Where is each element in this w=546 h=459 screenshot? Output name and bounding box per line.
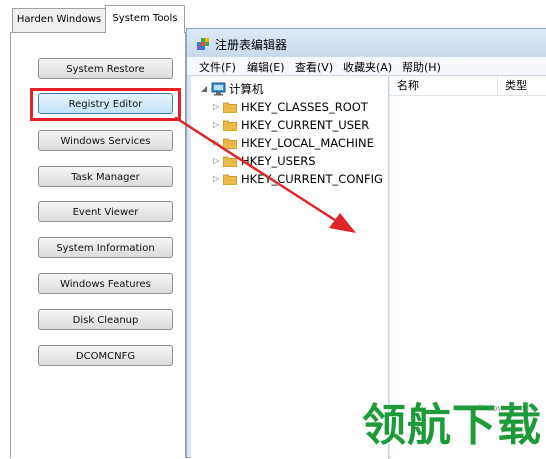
tree-label-hkcc: HKEY_CURRENT_CONFIG: [241, 172, 383, 186]
tab-harden-windows[interactable]: Harden Windows: [12, 8, 106, 32]
expand-arrow-icon[interactable]: ▷: [213, 153, 221, 169]
tree-item-hku[interactable]: ▷ HKEY_USERS: [213, 153, 383, 169]
tool-tabstrip: Harden Windows System Tools: [0, 0, 186, 33]
expand-arrow-icon[interactable]: ▷: [213, 135, 221, 151]
expand-arrow-icon[interactable]: ▷: [213, 99, 221, 115]
event-viewer-button[interactable]: Event Viewer: [38, 201, 173, 222]
expand-arrow-icon[interactable]: ▷: [213, 117, 221, 133]
folder-icon: [223, 120, 237, 131]
tree-item-hkcc[interactable]: ▷ HKEY_CURRENT_CONFIG: [213, 171, 387, 187]
system-restore-button[interactable]: System Restore: [38, 58, 173, 79]
registry-editor-icon: [197, 38, 209, 50]
tree-item-computer[interactable]: ◢ 计算机: [201, 81, 381, 97]
collapse-arrow-icon[interactable]: ◢: [201, 81, 209, 97]
tree-label-hklm: HKEY_LOCAL_MACHINE: [241, 136, 374, 150]
disk-cleanup-button[interactable]: Disk Cleanup: [38, 309, 173, 330]
registry-editor-highlight: [30, 88, 181, 121]
tree-item-hkcu[interactable]: ▷ HKEY_CURRENT_USER: [213, 117, 383, 133]
registry-editor-window: 注册表编辑器 文件(F) 编辑(E) 查看(V) 收藏夹(A) 帮助(H) ◢ …: [186, 28, 546, 459]
folder-icon: [223, 138, 237, 149]
tree-label-hku: HKEY_USERS: [241, 154, 316, 168]
tab-system-tools[interactable]: System Tools: [105, 5, 185, 33]
folder-icon: [223, 156, 237, 167]
column-header-name[interactable]: 名称: [390, 76, 498, 96]
menu-view[interactable]: 查看(V): [295, 59, 333, 75]
expand-arrow-icon[interactable]: ▷: [213, 171, 221, 187]
window-title: 注册表编辑器: [215, 38, 288, 52]
computer-icon: [211, 82, 226, 96]
registry-tree: ◢ 计算机 ▷ HKEY_CLASSES_ROOT ▷ HKEY_CURRENT…: [191, 76, 389, 459]
tree-item-hklm[interactable]: ▷ HKEY_LOCAL_MACHINE: [213, 135, 383, 151]
menu-help[interactable]: 帮助(H): [402, 59, 441, 75]
tree-label-hkcu: HKEY_CURRENT_USER: [241, 118, 370, 132]
folder-icon: [223, 174, 237, 185]
column-header-type[interactable]: 类型: [498, 76, 546, 96]
folder-icon: [223, 102, 237, 113]
menu-edit[interactable]: 编辑(E): [247, 59, 285, 75]
menu-favorites[interactable]: 收藏夹(A): [343, 59, 392, 75]
tree-label-computer: 计算机: [229, 82, 264, 96]
windows-services-button[interactable]: Windows Services: [38, 130, 173, 151]
tree-item-hkcr[interactable]: ▷ HKEY_CLASSES_ROOT: [213, 99, 383, 115]
tree-label-hkcr: HKEY_CLASSES_ROOT: [241, 100, 368, 114]
dcomcnfg-button[interactable]: DCOMCNFG: [38, 345, 173, 366]
system-information-button[interactable]: System Information: [38, 237, 173, 258]
title-bar[interactable]: 注册表编辑器: [187, 29, 546, 57]
task-manager-button[interactable]: Task Manager: [38, 166, 173, 187]
windows-features-button[interactable]: Windows Features: [38, 273, 173, 294]
menu-file[interactable]: 文件(F): [199, 59, 236, 75]
watermark-logo: 领航下载: [362, 400, 542, 451]
menu-bar: 文件(F) 编辑(E) 查看(V) 收藏夹(A) 帮助(H): [187, 57, 546, 76]
